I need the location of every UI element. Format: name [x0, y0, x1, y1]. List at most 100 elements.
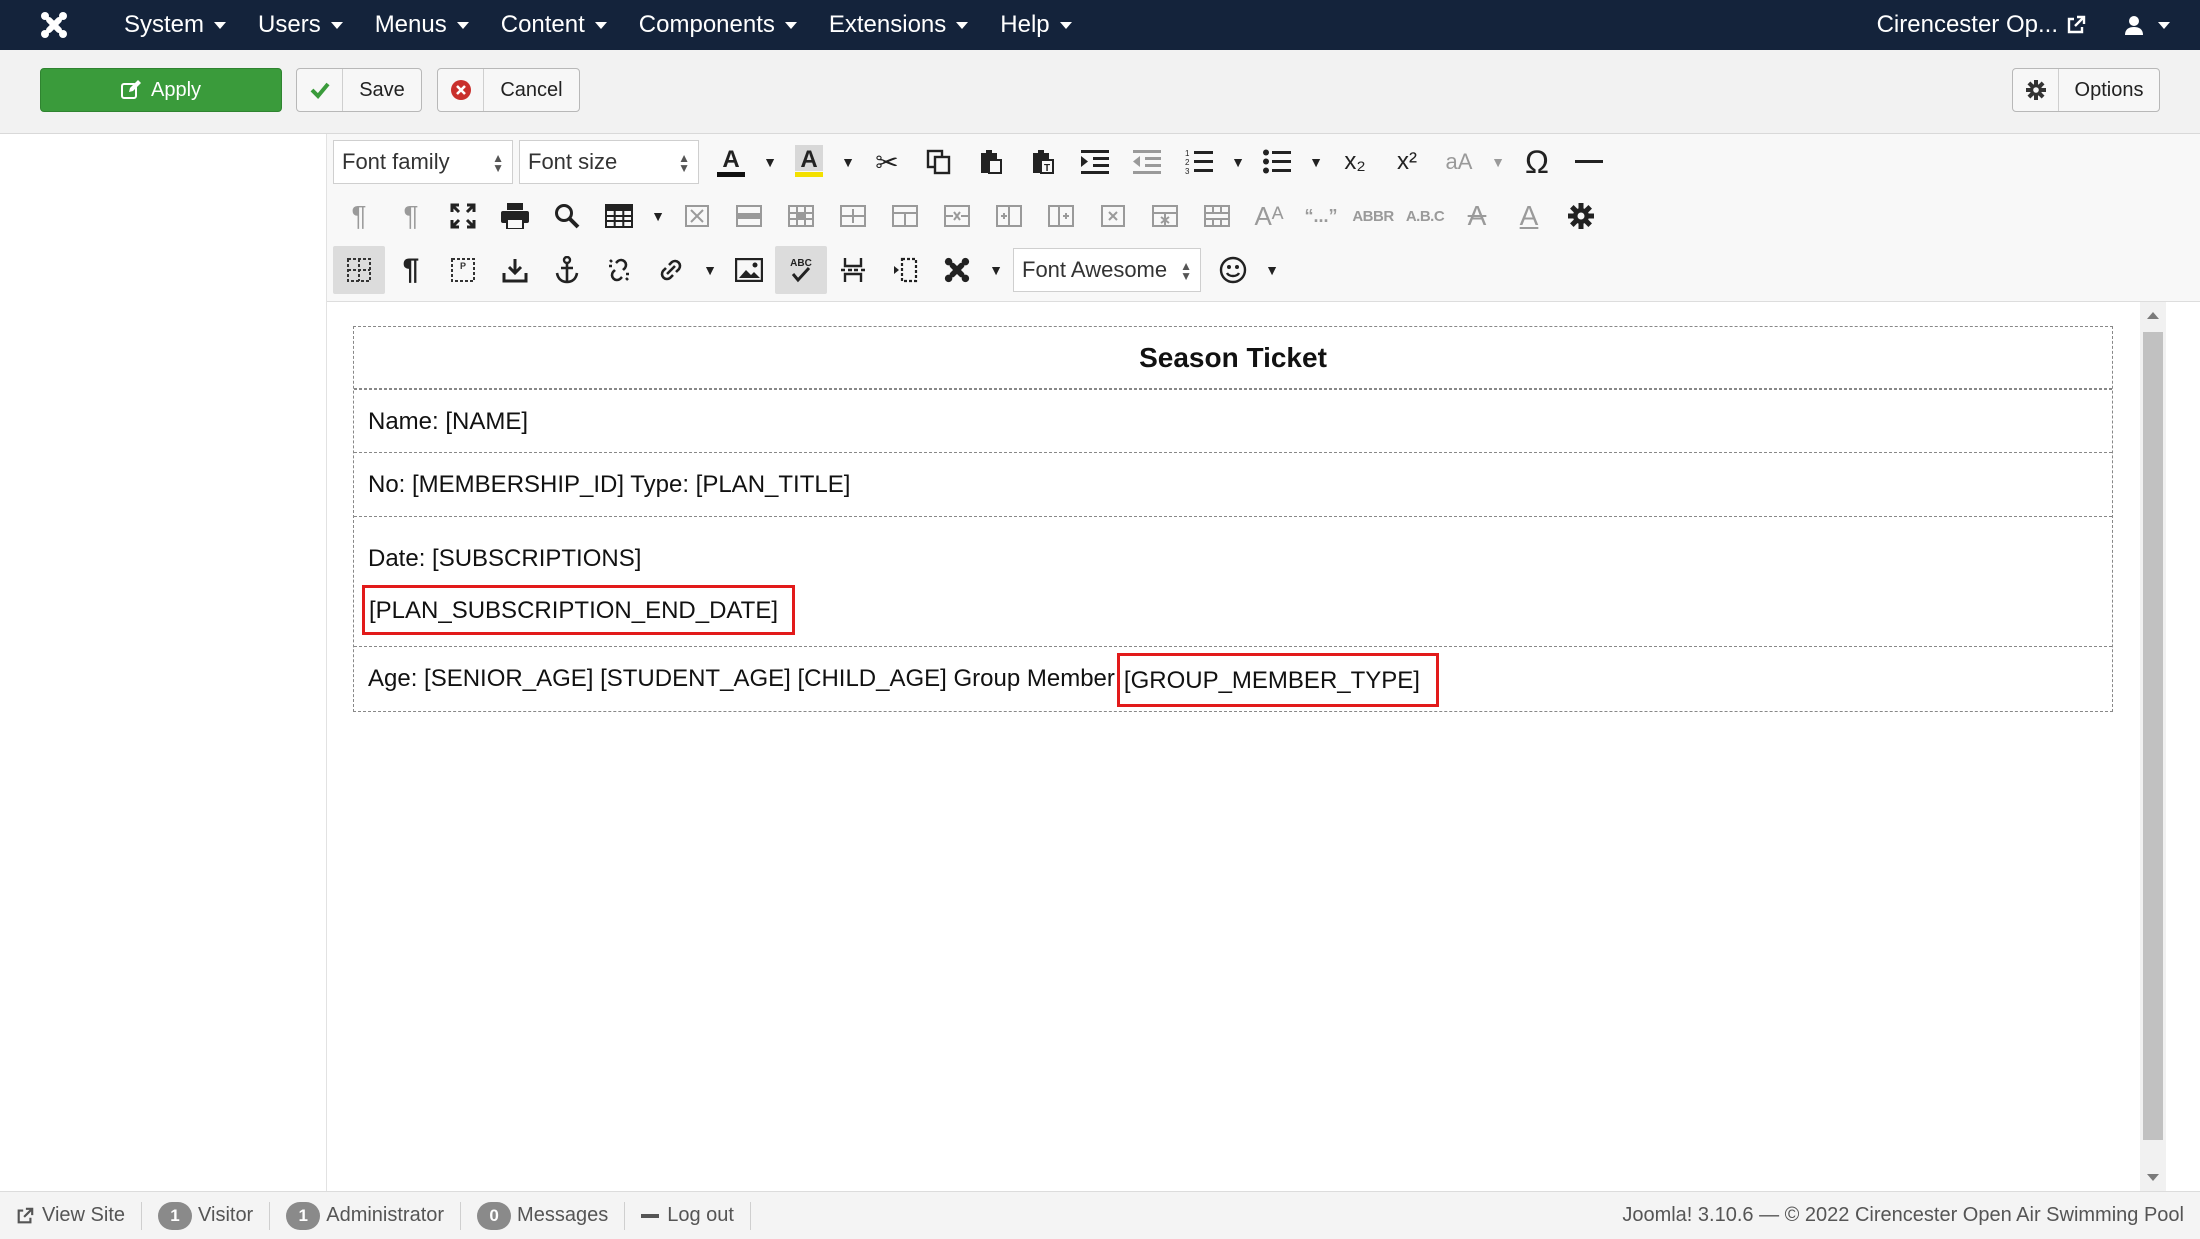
insert-column-before-button[interactable] [983, 192, 1035, 240]
copy-button[interactable] [913, 138, 965, 186]
link-button[interactable] [645, 246, 697, 294]
special-character-button[interactable]: Ω [1511, 138, 1563, 186]
abbreviation-button[interactable]: ABBR [1347, 192, 1399, 240]
ltr-button[interactable]: ¶ [333, 192, 385, 240]
action-toolbar: Apply Save Cancel Options [0, 50, 2200, 134]
link-dropdown[interactable]: ▼ [697, 246, 723, 294]
read-more-button[interactable] [879, 246, 931, 294]
styles-button[interactable]: Aᴬ [1243, 192, 1295, 240]
view-site-link[interactable]: View Site [0, 1201, 143, 1230]
spellcheck-button[interactable]: ABC [775, 246, 827, 294]
administrators-link[interactable]: 1 Administrator [270, 1201, 462, 1230]
menu-menus[interactable]: Menus [359, 0, 485, 50]
unlink-button[interactable] [593, 246, 645, 294]
insert-column-after-button[interactable] [1035, 192, 1087, 240]
font-size-select[interactable]: Font size ▲ ▼ [519, 140, 699, 184]
menu-system[interactable]: System [108, 0, 242, 50]
text-color-button[interactable]: A [705, 138, 757, 186]
menu-users[interactable]: Users [242, 0, 359, 50]
joomla-logo-icon[interactable] [0, 0, 108, 50]
background-color-button[interactable]: A [783, 138, 835, 186]
dropdown-arrow-icon: ▼ [1491, 154, 1505, 170]
select-arrows-icon: ▲ ▼ [1180, 259, 1192, 283]
bullet-list-button[interactable] [1251, 138, 1303, 186]
editor-content-area[interactable]: Season Ticket Name: [NAME] No: [MEMBERSH… [327, 302, 2140, 1191]
menu-extensions[interactable]: Extensions [813, 0, 984, 50]
joomla-extension-button[interactable] [931, 246, 983, 294]
insertion-button[interactable]: A [1503, 192, 1555, 240]
scrollbar-thumb[interactable] [2143, 332, 2163, 1140]
acronym-button[interactable]: A.B.C [1399, 192, 1451, 240]
template-button[interactable] [489, 246, 541, 294]
table-dropdown[interactable]: ▼ [645, 192, 671, 240]
font-family-select[interactable]: Font family ▲ ▼ [333, 140, 513, 184]
menu-help[interactable]: Help [984, 0, 1087, 50]
messages-link[interactable]: 0 Messages [461, 1201, 626, 1230]
row-properties-button[interactable] [723, 192, 775, 240]
numbered-list-button[interactable]: 123 [1173, 138, 1225, 186]
cite-button[interactable]: “...” [1295, 192, 1347, 240]
outdent-button[interactable] [1121, 138, 1173, 186]
horizontal-rule-button[interactable] [1563, 138, 1615, 186]
search-replace-button[interactable] [541, 192, 593, 240]
attributes-button[interactable] [1555, 192, 1607, 240]
scroll-up-arrow-icon[interactable] [2147, 312, 2159, 319]
table-button[interactable] [593, 192, 645, 240]
menu-content[interactable]: Content [485, 0, 623, 50]
site-link[interactable]: Cirencester Op... [1855, 11, 2108, 39]
bullet-list-dropdown[interactable]: ▼ [1303, 138, 1329, 186]
user-menu[interactable] [2108, 15, 2200, 35]
joomla-extension-dropdown[interactable]: ▼ [983, 246, 1009, 294]
logout-link[interactable]: Log out [625, 1201, 751, 1230]
image-button[interactable] [723, 246, 775, 294]
background-color-dropdown[interactable]: ▼ [835, 138, 861, 186]
options-button[interactable]: Options [2012, 68, 2160, 112]
text-color-dropdown[interactable]: ▼ [757, 138, 783, 186]
cancel-button[interactable]: Cancel [437, 68, 580, 112]
menu-components[interactable]: Components [623, 0, 813, 50]
season-ticket-table[interactable]: Season Ticket Name: [NAME] No: [MEMBERSH… [353, 326, 2113, 712]
visual-aid-button[interactable] [333, 246, 385, 294]
print-button[interactable] [489, 192, 541, 240]
cell-properties-button[interactable] [775, 192, 827, 240]
visual-chars-button[interactable]: ¶ [385, 246, 437, 294]
scroll-down-arrow-icon[interactable] [2147, 1174, 2159, 1181]
delete-column-button[interactable] [1087, 192, 1139, 240]
delete-row-button[interactable] [931, 192, 983, 240]
font-family-label: Font family [342, 149, 450, 174]
font-size-change-dropdown[interactable]: ▼ [1485, 138, 1511, 186]
editor-toolbar: Font family ▲ ▼ Font size ▲ ▼ A ▼ A ▼ ✂ T [327, 134, 2200, 302]
page-break-button[interactable] [827, 246, 879, 294]
delete-table-button[interactable] [671, 192, 723, 240]
deletion-button[interactable]: A [1451, 192, 1503, 240]
cancel-circle-icon [438, 69, 484, 111]
cut-button[interactable]: ✂ [861, 138, 913, 186]
anchor-button[interactable] [541, 246, 593, 294]
insert-row-after-button[interactable] [879, 192, 931, 240]
font-size-change-button[interactable]: aA [1433, 138, 1485, 186]
subscript-button[interactable]: x₂ [1329, 138, 1381, 186]
apply-button[interactable]: Apply [40, 68, 282, 112]
indent-button[interactable] [1069, 138, 1121, 186]
version-copyright: Joomla! 3.10.6 — © 2022 Cirencester Open… [1622, 1204, 2184, 1226]
superscript-button[interactable]: x² [1381, 138, 1433, 186]
emoticons-dropdown[interactable]: ▼ [1259, 246, 1285, 294]
end-date-tag-highlight: [PLAN_SUBSCRIPTION_END_DATE] [362, 585, 795, 635]
visual-blocks-button[interactable]: P [437, 246, 489, 294]
paste-button[interactable] [965, 138, 1017, 186]
emoticons-button[interactable] [1207, 246, 1259, 294]
view-site-label: View Site [42, 1204, 126, 1226]
visitors-link[interactable]: 1 Visitor [142, 1201, 271, 1230]
insert-row-before-button[interactable] [827, 192, 879, 240]
fullscreen-button[interactable] [437, 192, 489, 240]
merge-cells-button[interactable] [1191, 192, 1243, 240]
split-cells-button[interactable] [1139, 192, 1191, 240]
save-button[interactable]: Save [296, 68, 422, 112]
rtl-button[interactable]: ¶ [385, 192, 437, 240]
editor-scrollbar[interactable] [2140, 302, 2166, 1191]
menu-help-label: Help [1000, 11, 1050, 38]
paste-text-button[interactable]: T [1017, 138, 1069, 186]
fullscreen-icon [450, 203, 476, 229]
font-awesome-select[interactable]: Font Awesome ▲ ▼ [1013, 248, 1201, 292]
numbered-list-dropdown[interactable]: ▼ [1225, 138, 1251, 186]
